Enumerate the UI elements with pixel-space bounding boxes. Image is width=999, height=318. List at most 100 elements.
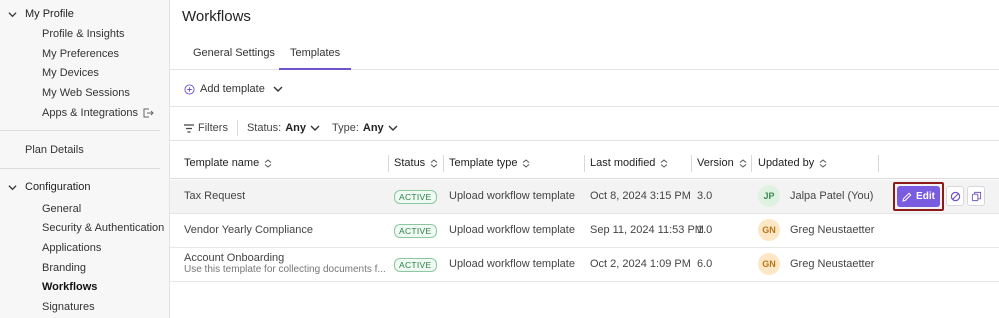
sidebar-item-label: General — [42, 203, 82, 215]
column-header-label: Status — [394, 157, 426, 169]
filter-separator — [236, 120, 238, 136]
copy-icon — [971, 191, 981, 201]
sidebar-item-my-devices[interactable]: My Devices — [42, 67, 99, 79]
status-filter-dropdown[interactable]: Status: Any — [247, 122, 320, 134]
status-filter-value: Any — [285, 122, 306, 134]
updated-by-name: Jalpa Patel (You) — [790, 190, 874, 202]
last-modified: Oct 2, 2024 1:09 PM — [590, 258, 691, 270]
sidebar-item-label: Security & Authentication — [42, 222, 165, 234]
column-header-label: Version — [697, 157, 734, 169]
version: 3.0 — [697, 190, 713, 202]
column-separator — [878, 155, 879, 172]
sidebar-item-general[interactable]: General — [42, 203, 81, 215]
column-header-last-modified[interactable]: Last modified — [590, 157, 668, 169]
chevron-down-icon — [8, 184, 17, 190]
sidebar-divider — [0, 168, 160, 169]
sidebar-item-label: Branding — [42, 262, 87, 274]
sort-icon — [523, 158, 530, 168]
column-separator — [388, 155, 389, 172]
sidebar-item-label: Signatures — [42, 301, 95, 313]
tab-bar: General Settings Templates — [170, 44, 999, 70]
sort-icon — [661, 158, 668, 168]
divider — [170, 140, 999, 141]
tab-general-settings[interactable]: General Settings — [193, 47, 275, 68]
column-separator — [751, 155, 752, 172]
sidebar-item-apps-integrations[interactable]: Apps & Integrations — [42, 107, 154, 119]
column-header-template-name[interactable]: Template name — [184, 157, 272, 169]
divider — [170, 106, 999, 107]
template-type: Upload workflow template — [449, 258, 575, 270]
edit-button-label: Edit — [916, 191, 935, 202]
last-modified: Oct 8, 2024 3:15 PM — [590, 190, 691, 202]
duplicate-button[interactable] — [967, 186, 985, 206]
template-name[interactable]: Vendor Yearly Compliance — [184, 224, 313, 236]
type-filter-dropdown[interactable]: Type: Any — [332, 122, 398, 134]
sidebar-item-label: My Web Sessions — [42, 87, 130, 99]
block-icon — [950, 191, 960, 201]
status-filter-label: Status: — [246, 122, 282, 134]
avatar: GN — [758, 219, 780, 241]
chevron-down-icon — [8, 11, 17, 17]
sidebar-item-my-web-sessions[interactable]: My Web Sessions — [42, 87, 130, 99]
table-row[interactable]: Account Onboarding Use this template for… — [170, 248, 999, 282]
sidebar-item-label: My Devices — [42, 67, 99, 79]
template-name[interactable]: Tax Request — [184, 190, 245, 202]
sidebar-item-applications[interactable]: Applications — [42, 242, 101, 254]
sidebar-item-security-authentication[interactable]: Security & Authentication — [42, 222, 164, 234]
template-type: Upload workflow template — [449, 224, 575, 236]
sidebar-group-label: Configuration — [25, 181, 91, 193]
sort-icon — [430, 158, 438, 168]
updated-by-name: Greg Neustaetter — [790, 224, 875, 236]
sidebar-item-profile-insights[interactable]: Profile & Insights — [42, 28, 125, 40]
sidebar-group-label: My Profile — [25, 8, 74, 20]
edit-button[interactable]: Edit — [897, 186, 940, 207]
deactivate-button[interactable] — [946, 186, 964, 206]
column-separator — [691, 155, 692, 172]
column-separator — [584, 155, 585, 172]
chevron-down-icon — [388, 125, 398, 131]
avatar: JP — [758, 185, 780, 207]
filters-label: Filters — [198, 122, 228, 134]
main-content: Workflows General Settings Templates Add… — [170, 0, 999, 318]
column-header-label: Updated by — [758, 157, 815, 169]
column-header-template-type[interactable]: Template type — [449, 157, 530, 169]
sort-icon — [739, 158, 747, 168]
sidebar-item-label: Profile & Insights — [42, 28, 125, 40]
sidebar-item-my-preferences[interactable]: My Preferences — [42, 48, 119, 60]
table-row[interactable]: Tax Request ACTIVE Upload workflow templ… — [170, 180, 999, 214]
add-template-button[interactable]: Add template — [184, 83, 283, 95]
template-description: Use this template for collecting documen… — [184, 264, 386, 275]
page-title: Workflows — [182, 8, 251, 25]
sidebar-item-workflows[interactable]: Workflows — [42, 281, 97, 293]
type-filter-label: Type: — [331, 122, 359, 134]
sidebar-item-label: My Preferences — [42, 48, 120, 60]
sidebar-item-label: Workflows — [42, 281, 98, 293]
chevron-down-icon — [310, 125, 320, 131]
column-header-version[interactable]: Version — [697, 157, 747, 169]
template-type: Upload workflow template — [449, 190, 575, 202]
column-separator — [443, 155, 444, 172]
template-name[interactable]: Account Onboarding — [184, 252, 284, 264]
filter-bar: Filters Status: Any Type: Any — [184, 120, 398, 136]
sidebar-item-label: Applications — [42, 242, 102, 254]
column-header-label: Last modified — [590, 157, 656, 169]
sidebar-group-my-profile[interactable]: My Profile — [8, 8, 74, 20]
sidebar-item-signatures[interactable]: Signatures — [42, 301, 95, 313]
column-header-label: Template type — [449, 157, 518, 169]
table-row[interactable]: Vendor Yearly Compliance ACTIVE Upload w… — [170, 214, 999, 248]
external-link-icon — [143, 108, 154, 118]
filters-button[interactable]: Filters — [184, 122, 228, 134]
tab-templates[interactable]: Templates — [279, 47, 352, 70]
column-header-label: Template name — [184, 157, 260, 169]
sort-icon — [819, 158, 827, 168]
status-badge: ACTIVE — [394, 224, 437, 238]
status-badge: ACTIVE — [394, 258, 437, 272]
sidebar-item-branding[interactable]: Branding — [42, 262, 86, 274]
sidebar: My Profile Profile & Insights My Prefere… — [0, 0, 170, 318]
sidebar-group-configuration[interactable]: Configuration — [8, 181, 90, 193]
version: 1.0 — [697, 224, 713, 236]
status-badge: ACTIVE — [394, 190, 437, 204]
column-header-updated-by[interactable]: Updated by — [758, 157, 827, 169]
column-header-status[interactable]: Status — [394, 157, 438, 169]
sidebar-item-plan-details[interactable]: Plan Details — [25, 144, 84, 156]
